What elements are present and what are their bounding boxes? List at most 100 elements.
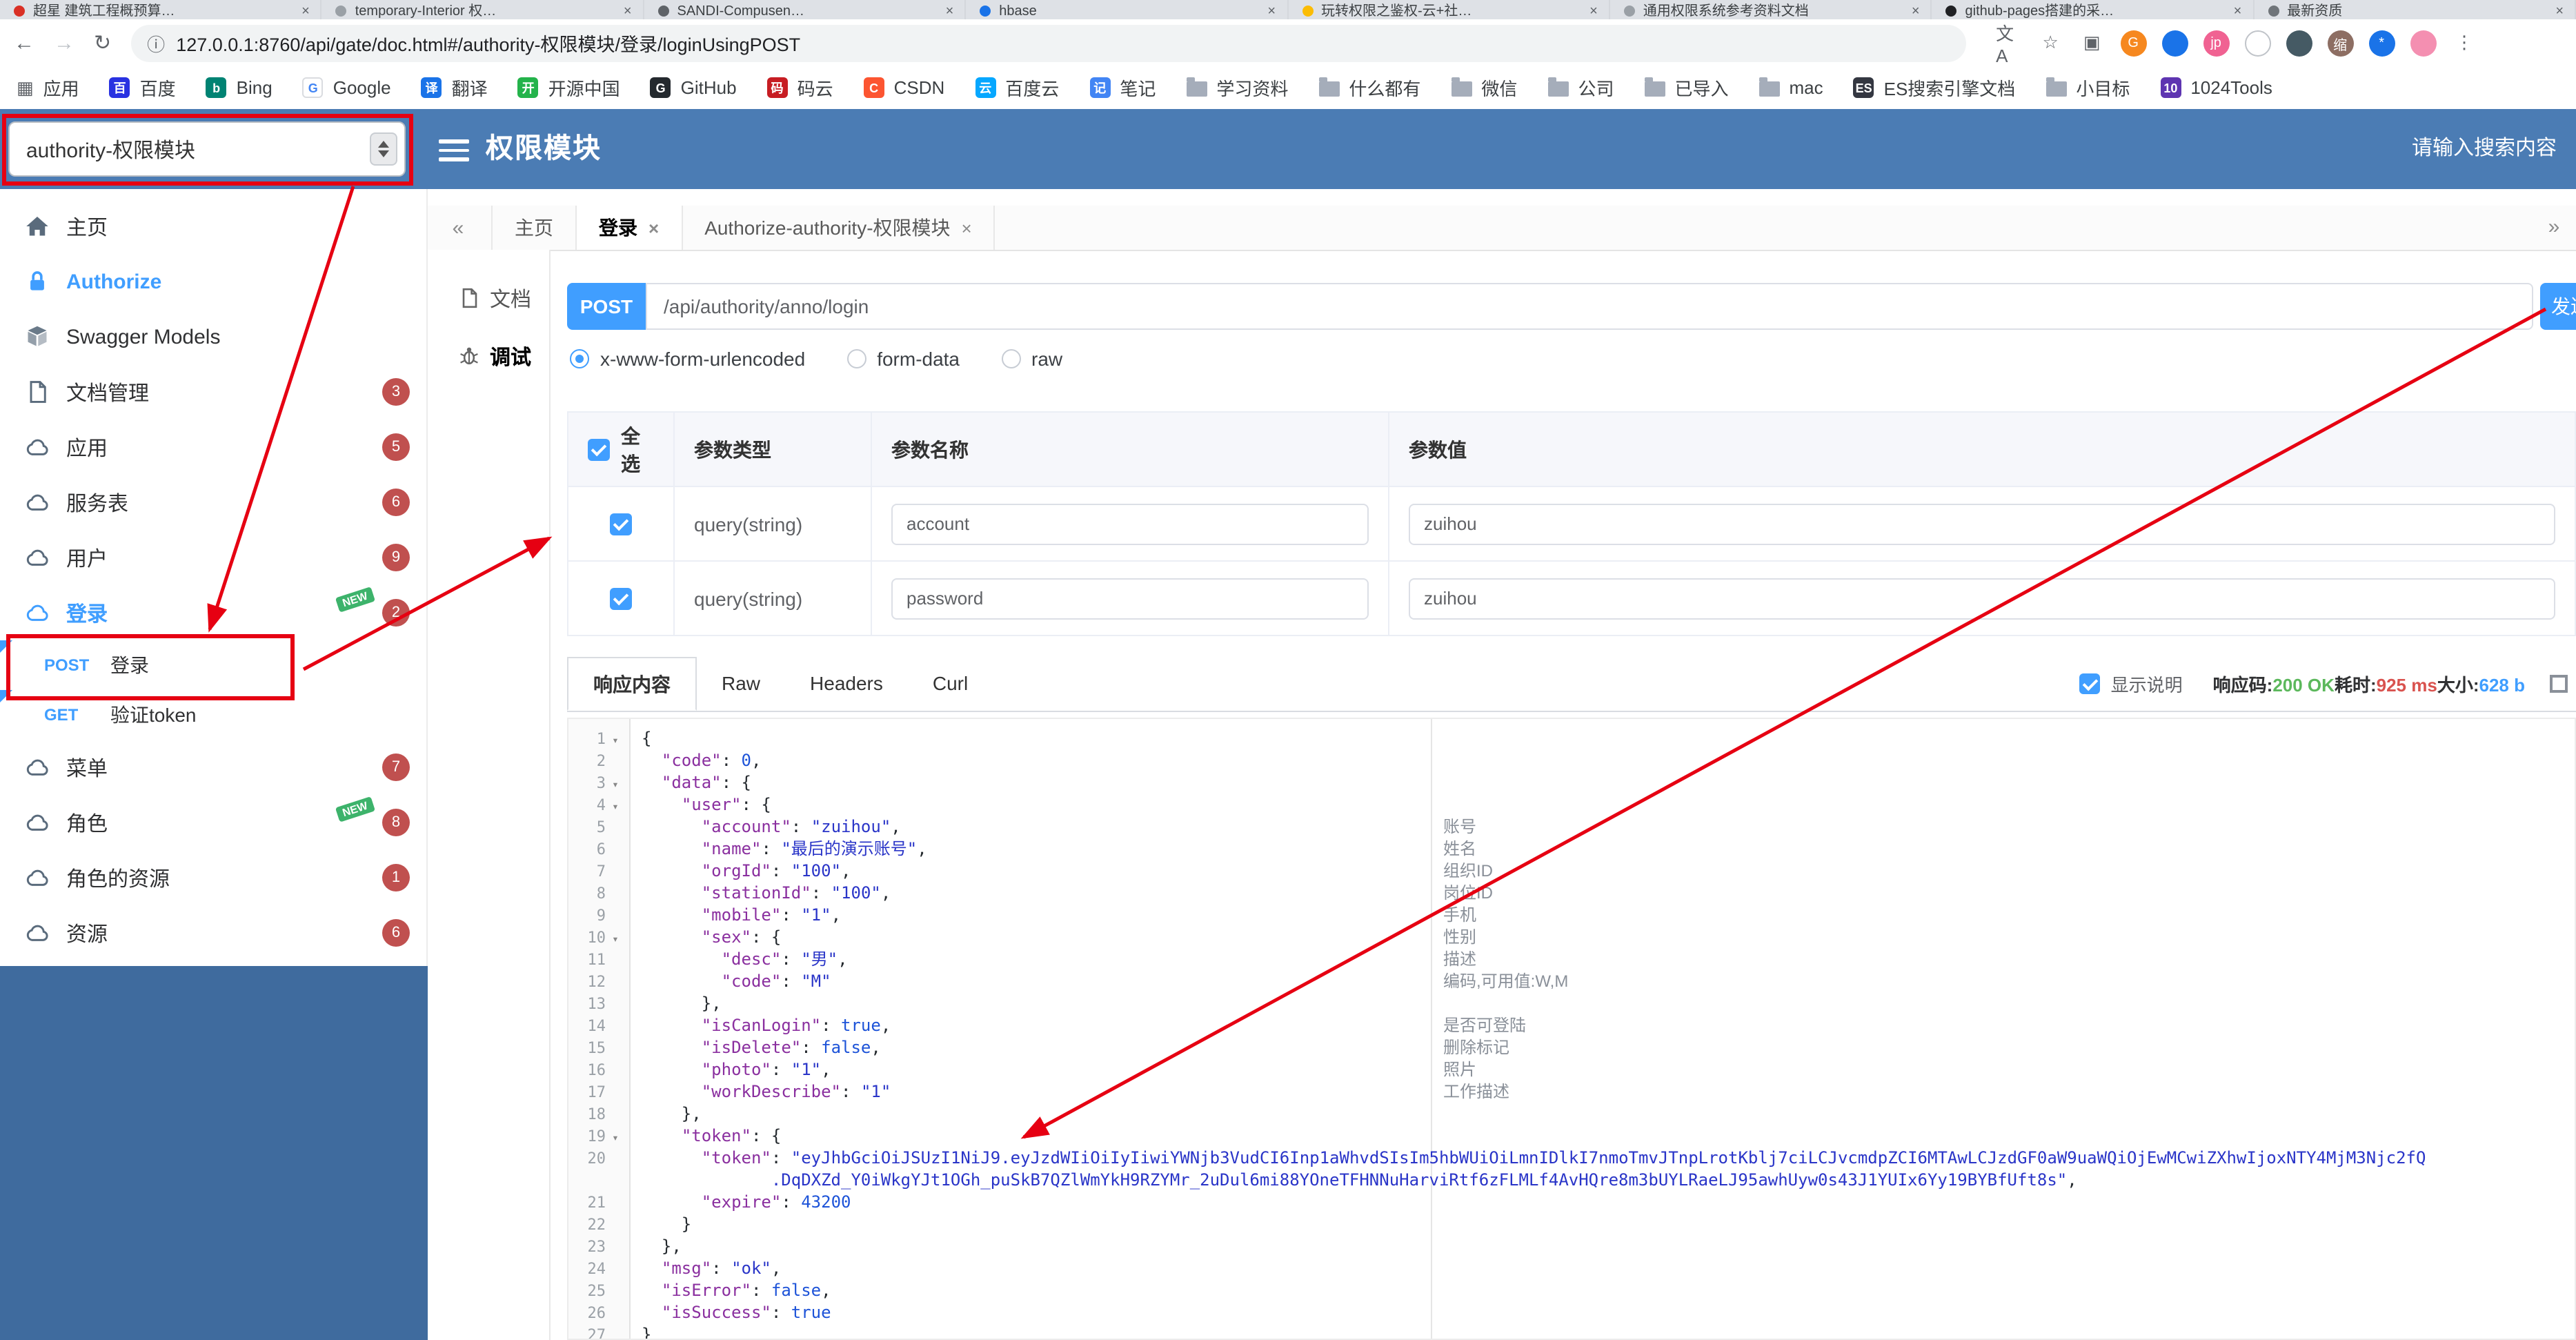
bookmark-item[interactable]: b Bing	[206, 77, 273, 98]
bookmark-star-icon[interactable]: ☆	[2037, 30, 2063, 56]
doc-tab-登录[interactable]: 登录 ×	[577, 206, 683, 250]
doc-tab-Authorize-authority-权限模块[interactable]: Authorize-authority-权限模块 ×	[682, 206, 995, 250]
tab-close-icon[interactable]: ×	[301, 4, 310, 19]
radio-icon[interactable]	[1001, 349, 1021, 368]
profile-avatar[interactable]	[2410, 30, 2437, 56]
radio-icon[interactable]	[846, 349, 866, 368]
sidebar-item-用户[interactable]: 用户 9	[0, 530, 426, 585]
browser-tab[interactable]: 通用权限系统参考资料文档 ×	[1609, 0, 1931, 19]
bookmark-item[interactable]: 开开源中国	[517, 75, 620, 101]
sidebar-api-登录[interactable]: POST 登录	[0, 640, 426, 690]
tab-close-icon[interactable]: ×	[1267, 4, 1276, 19]
response-tab-Curl[interactable]: Curl	[908, 657, 993, 711]
tabs-scroll-right-icon[interactable]: »	[2535, 206, 2573, 250]
browser-tab[interactable]: 最新资质 ×	[2254, 0, 2575, 19]
extension-icon-1[interactable]: G	[2120, 30, 2147, 56]
panel-nav-文档[interactable]: 文档	[428, 269, 549, 327]
extension-icon-3[interactable]: jp	[2203, 30, 2230, 56]
header-search[interactable]: 请输入搜索内容	[2412, 109, 2557, 189]
browser-tab[interactable]: 玩转权限之鉴权-云+社… ×	[1288, 0, 1609, 19]
bookmark-item[interactable]: 已导入	[1644, 75, 1729, 101]
request-url-input[interactable]	[646, 283, 2533, 330]
response-editor[interactable]: 1 ▾{2 "code": 0, 3 ▾ "data": {4 ▾ "user": {5…	[567, 718, 2576, 1340]
tabs-scroll-left-icon[interactable]: «	[439, 216, 477, 239]
extension-icon-5[interactable]	[2286, 30, 2312, 56]
bookmark-item[interactable]: 记笔记	[1089, 75, 1156, 101]
radio-icon[interactable]	[570, 349, 589, 368]
browser-tab[interactable]: github-pages搭建的采… ×	[1932, 0, 2253, 19]
sidebar-item-菜单[interactable]: 菜单 7	[0, 740, 426, 795]
module-select[interactable]: authority-权限模块	[8, 121, 406, 177]
tab-close-icon[interactable]: ×	[2555, 4, 2564, 19]
bookmark-item[interactable]: C CSDN	[863, 77, 944, 98]
content-type-option[interactable]: x-www-form-urlencoded	[570, 348, 805, 370]
sidebar-item-角色[interactable]: 角色 NEW 8	[0, 795, 426, 850]
tab-close-icon[interactable]: ×	[624, 4, 632, 19]
extension-icon-7[interactable]: *	[2368, 30, 2395, 56]
param-checkbox[interactable]	[610, 513, 632, 535]
tab-close-icon[interactable]: ×	[1589, 4, 1598, 19]
translate-icon[interactable]: 文A	[1996, 23, 2022, 66]
sidebar-item-角色的资源[interactable]: 角色的资源 1	[0, 850, 426, 905]
extension-icon-6[interactable]: 缩	[2327, 30, 2354, 56]
bookmark-item[interactable]: 微信	[1451, 75, 1517, 101]
doc-tab-主页[interactable]: 主页	[491, 206, 577, 250]
param-value-input[interactable]	[1409, 578, 2555, 619]
response-tab-Raw[interactable]: Raw	[697, 657, 785, 711]
browser-tab[interactable]: hbase ×	[966, 0, 1287, 19]
param-checkbox[interactable]	[610, 587, 632, 609]
page-info-icon[interactable]: ⓘ	[147, 30, 165, 56]
reload-icon[interactable]: ↻	[94, 30, 111, 55]
tab-close-icon[interactable]: ×	[962, 217, 972, 238]
sidebar-item-主页[interactable]: 主页	[0, 199, 426, 254]
bookmark-item[interactable]: G Google	[302, 77, 391, 98]
fullscreen-icon[interactable]	[2550, 675, 2568, 693]
extension-icon-4[interactable]	[2244, 30, 2271, 56]
tab-close-icon[interactable]: ×	[946, 4, 954, 19]
param-name-input[interactable]	[891, 578, 1369, 619]
sidebar-item-应用[interactable]: 应用 5	[0, 420, 426, 475]
param-value-input[interactable]	[1409, 503, 2555, 544]
browser-tab[interactable]: temporary-Interior 权… ×	[321, 0, 643, 19]
sidebar-item-登录[interactable]: 登录 NEW 2	[0, 585, 426, 640]
bookmark-item[interactable]: 译翻译	[421, 75, 488, 101]
back-icon[interactable]: ←	[14, 31, 34, 55]
bookmark-item[interactable]: 10 1024Tools	[2160, 77, 2272, 98]
bookmark-item[interactable]: G GitHub	[650, 77, 737, 98]
sidebar-api-验证token[interactable]: GET 验证token	[0, 690, 426, 740]
browser-tab[interactable]: SANDI-Compusen… ×	[644, 0, 965, 19]
response-tab-响应内容[interactable]: 响应内容	[567, 657, 697, 711]
bookmark-item[interactable]: 什么都有	[1318, 75, 1420, 101]
menu-icon[interactable]	[439, 139, 469, 166]
sidebar-item-资源[interactable]: 资源 6	[0, 905, 426, 960]
panel-nav-调试[interactable]: 调试	[428, 327, 549, 385]
tab-close-icon[interactable]: ×	[648, 217, 659, 238]
menu-dots-icon[interactable]: ⋮	[2451, 30, 2477, 56]
tab-close-icon[interactable]: ×	[2234, 4, 2242, 19]
content-type-option[interactable]: raw	[1001, 348, 1062, 370]
tab-close-icon[interactable]: ×	[1912, 4, 1920, 19]
show-desc-checkbox[interactable]	[2079, 673, 2100, 694]
address-bar[interactable]: ⓘ 127.0.0.1:8760/api/gate/doc.html#/auth…	[130, 24, 1966, 61]
content-type-option[interactable]: form-data	[846, 348, 960, 370]
bookmark-item[interactable]: 云百度云	[975, 75, 1059, 101]
bookmark-item[interactable]: ES ES搜索引擎文档	[1853, 75, 2015, 101]
bookmark-item[interactable]: 码码云	[766, 75, 833, 101]
param-name-input[interactable]	[891, 503, 1369, 544]
forward-icon[interactable]: →	[54, 31, 75, 55]
bookmark-item[interactable]: ▦ 应用	[17, 75, 79, 101]
bookmark-item[interactable]: mac	[1758, 77, 1823, 98]
select-all-checkbox[interactable]	[588, 438, 610, 460]
extension-icon-2[interactable]	[2161, 30, 2188, 56]
response-tab-Headers[interactable]: Headers	[785, 657, 908, 711]
bookmark-item[interactable]: 公司	[1547, 75, 1614, 101]
bookmark-item[interactable]: 学习资料	[1186, 75, 1288, 101]
send-button[interactable]: 发送	[2540, 283, 2576, 330]
bookmark-item[interactable]: 百百度	[109, 75, 176, 101]
sidebar-item-Swagger Models[interactable]: Swagger Models	[0, 309, 426, 364]
sidebar-item-文档管理[interactable]: 文档管理 3	[0, 364, 426, 420]
browser-tab[interactable]: 超星 建筑工程概预算… ×	[0, 0, 321, 19]
sidebar-item-服务表[interactable]: 服务表 6	[0, 475, 426, 530]
extension-grid-icon[interactable]: ▣	[2079, 30, 2105, 56]
sidebar-item-Authorize[interactable]: Authorize	[0, 254, 426, 309]
